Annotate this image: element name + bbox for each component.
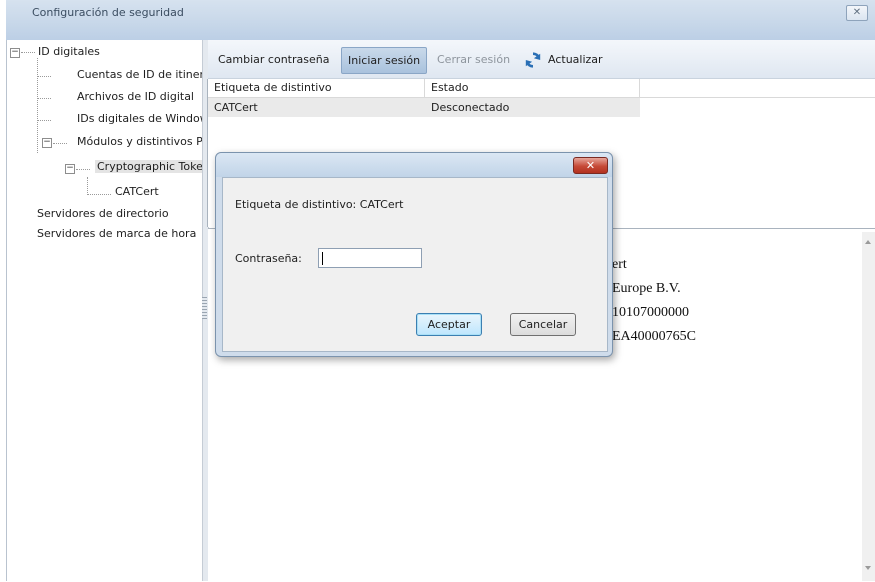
login-dialog: ✕ Etiqueta de distintivo: CATCert Contra… — [215, 152, 613, 357]
refresh-button[interactable]: Actualizar — [516, 47, 642, 72]
password-label: Contraseña: — [235, 252, 302, 265]
detail-line: Europe B.V. — [612, 281, 681, 296]
change-password-button[interactable]: Cambiar contraseña — [212, 47, 335, 72]
tree-item-catcert[interactable]: CATCert — [115, 185, 195, 198]
table-cell-status[interactable]: Desconectado — [425, 98, 640, 117]
tree-item-pkcs11-modules[interactable]: Módulos y distintivos PKCS#11 — [77, 135, 202, 148]
tree-item-directory-servers[interactable]: Servidores de directorio — [37, 207, 202, 220]
tree-item-digital-id-files[interactable]: Archivos de ID digital — [77, 90, 202, 103]
refresh-label: Actualizar — [548, 53, 603, 66]
refresh-icon — [525, 52, 541, 68]
tree-item-digital-ids[interactable]: ID digitales — [38, 45, 202, 58]
window-title: Configuración de seguridad — [32, 6, 184, 19]
ok-button[interactable]: Aceptar — [416, 313, 482, 336]
detail-line: 10107000000 — [612, 305, 689, 320]
column-header-status[interactable]: Estado — [425, 79, 640, 98]
splitter-grip[interactable] — [202, 297, 207, 319]
scroll-up-icon[interactable] — [865, 240, 871, 244]
scroll-down-icon[interactable] — [865, 566, 871, 570]
vertical-scrollbar[interactable] — [862, 232, 875, 581]
collapse-icon[interactable]: − — [65, 164, 75, 174]
collapse-icon[interactable]: − — [42, 138, 52, 148]
login-button[interactable]: Iniciar sesión — [341, 47, 428, 74]
detail-line: EA40000765C — [612, 329, 696, 344]
token-label-text: Etiqueta de distintivo: CATCert — [235, 198, 404, 211]
cancel-button[interactable]: Cancelar — [510, 313, 576, 336]
tree-item-timestamp-servers[interactable]: Servidores de marca de hora — [37, 227, 202, 240]
close-icon: ✕ — [852, 7, 862, 18]
tree-item-cryptographic-token[interactable]: Cryptographic Token — [95, 160, 204, 173]
detail-line: ert — [612, 257, 627, 272]
logout-button[interactable]: Cerrar sesión — [431, 47, 516, 72]
settings-tree: − ID digitales Cuentas de ID de itineran… — [7, 40, 204, 581]
tree-item-roaming-id-accounts[interactable]: Cuentas de ID de itinerancia — [77, 68, 202, 81]
toolbar: Cambiar contraseña Iniciar sesión Cerrar… — [208, 40, 875, 79]
dialog-titlebar — [216, 153, 612, 177]
dialog-body: Etiqueta de distintivo: CATCert Contrase… — [222, 177, 608, 352]
tree-item-windows-digital-ids[interactable]: IDs digitales de Windows — [77, 112, 202, 125]
collapse-icon[interactable]: − — [10, 48, 20, 58]
window-close-button[interactable]: ✕ — [846, 5, 868, 21]
column-header-token-label[interactable]: Etiqueta de distintivo — [208, 79, 425, 98]
dialog-close-button[interactable]: ✕ — [573, 157, 608, 174]
table-cell-token[interactable]: CATCert — [208, 98, 425, 117]
close-icon: ✕ — [585, 159, 596, 172]
password-field[interactable] — [318, 248, 422, 268]
